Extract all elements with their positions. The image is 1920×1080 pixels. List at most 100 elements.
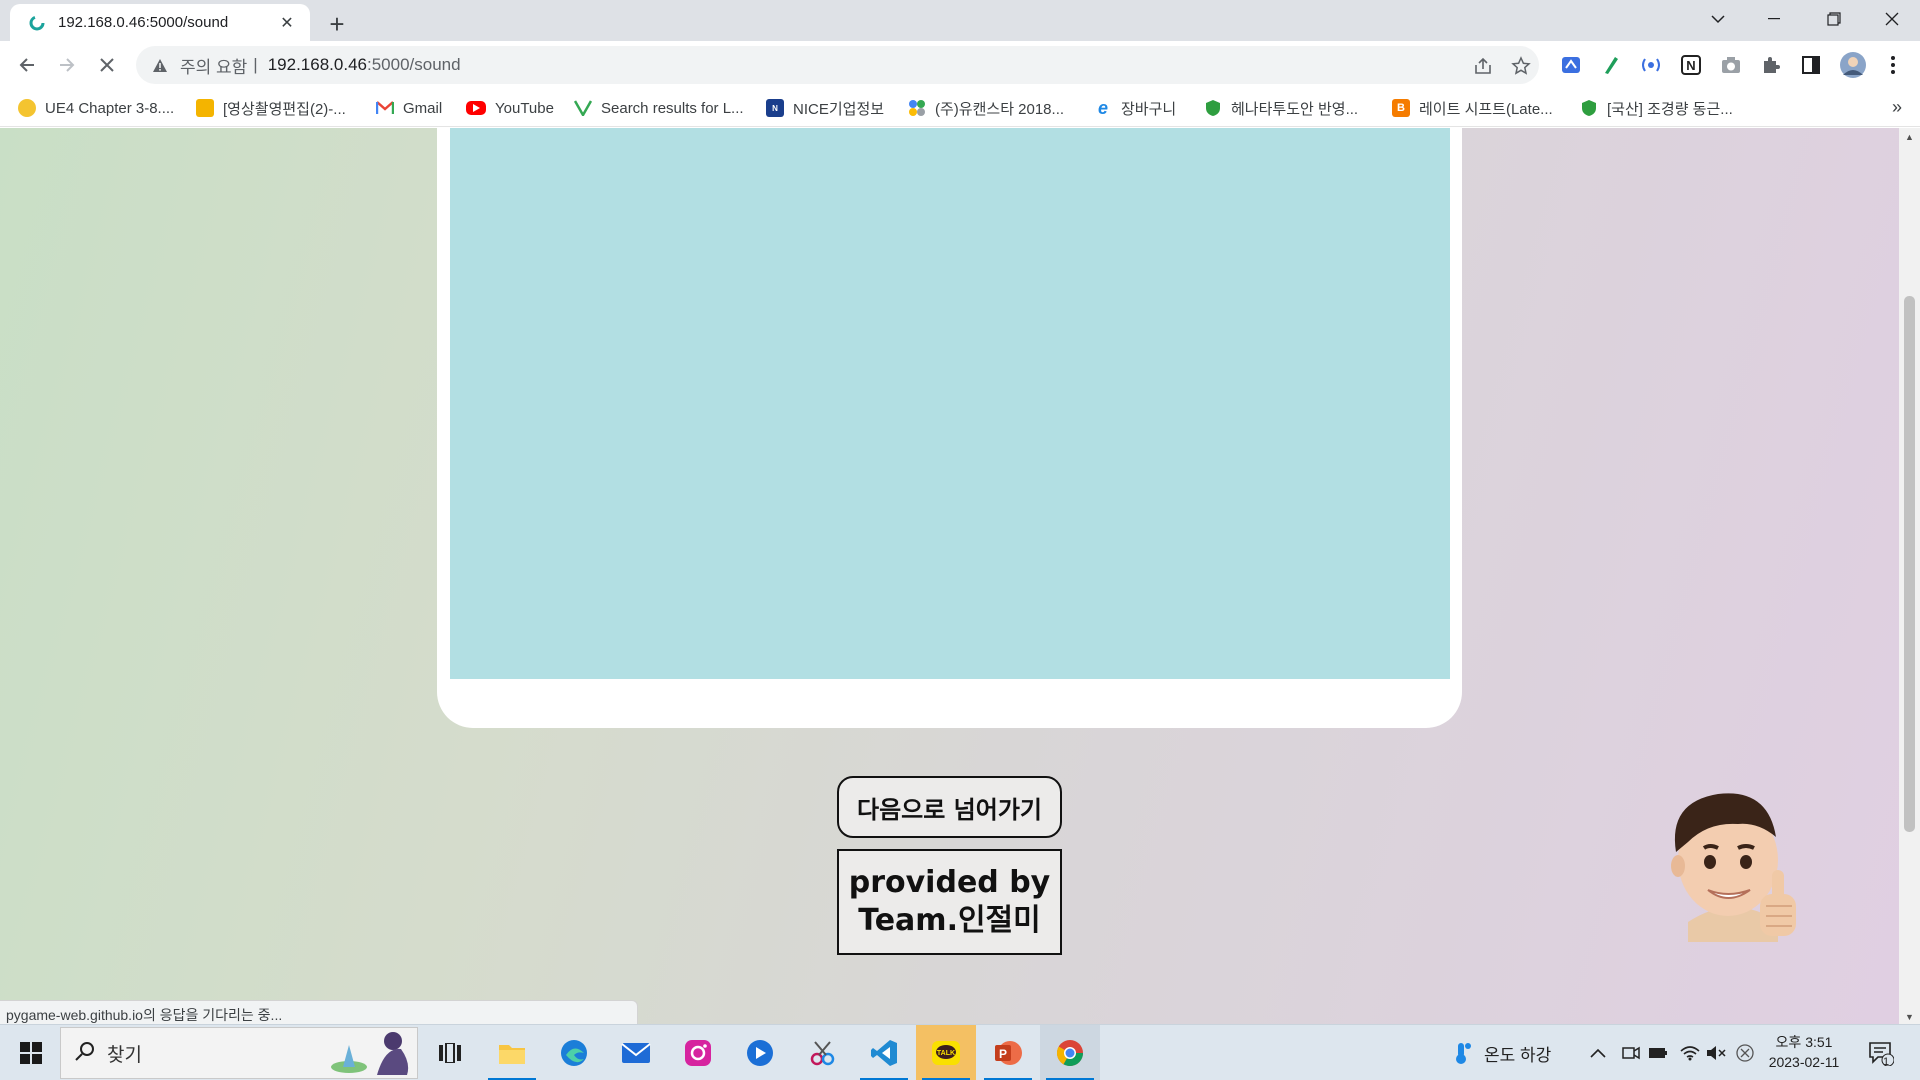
- bookmark-item[interactable]: B 레이트 시프트(Late...: [1392, 94, 1553, 122]
- camera-icon[interactable]: [1719, 53, 1743, 77]
- notification-center-icon[interactable]: 1: [1868, 1025, 1894, 1080]
- bookmark-label: NICE기업정보: [793, 100, 885, 118]
- gmail-icon: [376, 99, 394, 117]
- browser-menu-icon[interactable]: [1881, 53, 1905, 77]
- extension-pen-icon[interactable]: [1599, 53, 1623, 77]
- tab-search-icon[interactable]: [1690, 0, 1746, 38]
- credit-line-2: Team.인절미: [858, 903, 1041, 938]
- bookmark-item[interactable]: Search results for L...: [574, 94, 744, 122]
- wifi-icon[interactable]: [1680, 1025, 1700, 1080]
- game-canvas[interactable]: [450, 128, 1450, 679]
- bookmark-item[interactable]: YouTube: [466, 94, 554, 122]
- vscode-icon[interactable]: [854, 1025, 914, 1080]
- bookmark-item[interactable]: e 장바구니: [1094, 94, 1176, 122]
- taskbar-clock[interactable]: 오후 3:51 2023-02-11: [1762, 1032, 1846, 1072]
- extensions-puzzle-icon[interactable]: [1759, 53, 1783, 77]
- stop-loading-icon[interactable]: [91, 49, 123, 81]
- vpn-app-icon[interactable]: [730, 1025, 790, 1080]
- volume-muted-icon[interactable]: [1706, 1025, 1726, 1080]
- thermometer-icon: [1456, 1043, 1471, 1064]
- warning-icon: [152, 58, 170, 73]
- tray-chevron-icon[interactable]: [1590, 1025, 1606, 1080]
- mail-icon[interactable]: [606, 1025, 666, 1080]
- taskbar-search-box[interactable]: 찾기: [60, 1027, 418, 1079]
- extension-radio-icon[interactable]: [1639, 53, 1663, 77]
- security-label[interactable]: 주의 요함: [180, 53, 247, 78]
- search-label: 찾기: [107, 1044, 142, 1066]
- file-explorer-icon[interactable]: [482, 1025, 542, 1080]
- forward-icon[interactable]: [51, 49, 83, 81]
- url-host: 192.168.0.46: [267, 55, 367, 74]
- chrome-icon[interactable]: [1040, 1025, 1100, 1080]
- bookmark-label: (주)유캔스타 2018...: [935, 100, 1065, 118]
- moon-icon: [18, 99, 36, 117]
- meet-now-icon[interactable]: [1622, 1025, 1640, 1080]
- bookmark-label: YouTube: [495, 99, 554, 117]
- windows-taskbar: 찾기 TALK P 온도 하강 오후 3:51 2023-02-11 1: [0, 1024, 1920, 1080]
- ie-icon: e: [1097, 97, 1108, 118]
- browser-tab[interactable]: 192.168.0.46:5000/sound ✕: [10, 4, 310, 41]
- bookmark-label: 장바구니: [1121, 100, 1177, 118]
- blogger-icon: B: [1392, 99, 1410, 117]
- share-icon[interactable]: [1472, 55, 1494, 77]
- loading-favicon-icon: [28, 14, 46, 32]
- instagram-icon[interactable]: [668, 1025, 728, 1080]
- omnibox-separator: |: [253, 55, 258, 74]
- nice-icon: N: [766, 99, 784, 117]
- svg-text:TALK: TALK: [937, 1050, 955, 1057]
- new-tab-button[interactable]: +: [322, 9, 352, 39]
- scroll-up-icon[interactable]: ▲: [1904, 132, 1915, 142]
- bookmark-label: Gmail: [403, 99, 443, 117]
- bookmark-item[interactable]: N NICE기업정보: [766, 94, 884, 122]
- no-network-icon[interactable]: [1736, 1025, 1754, 1080]
- bookmark-label: 헤나타투도안 반영...: [1231, 100, 1359, 118]
- bookmark-label: Search results for L...: [601, 99, 744, 117]
- tab-title: 192.168.0.46:5000/sound: [58, 14, 229, 31]
- bookmark-item[interactable]: 헤나타투도안 반영...: [1204, 94, 1358, 122]
- minimize-icon[interactable]: [1746, 0, 1802, 38]
- kakaotalk-icon[interactable]: TALK: [916, 1025, 976, 1080]
- credit-box: provided by Team.인절미: [837, 849, 1062, 955]
- svg-text:P: P: [999, 1047, 1007, 1061]
- address-bar[interactable]: 주의 요함 | 192.168.0.46 :5000/sound: [136, 46, 1539, 84]
- clock-time: 오후 3:51: [1775, 1034, 1833, 1050]
- bookmark-item[interactable]: (주)유캔스타 2018...: [908, 94, 1064, 122]
- more-bookmarks-icon[interactable]: »: [1892, 97, 1902, 118]
- close-window-icon[interactable]: [1864, 0, 1920, 38]
- bookmark-item[interactable]: [영상촬영편집(2)-...: [196, 94, 346, 122]
- next-button[interactable]: 다음으로 넘어가기: [837, 776, 1062, 838]
- task-view-icon[interactable]: [420, 1025, 480, 1080]
- bookmark-item[interactable]: Gmail: [376, 94, 442, 122]
- status-bubble: pygame-web.github.io의 응답을 기다리는 중...: [0, 1000, 638, 1025]
- weather-label: 온도 하강: [1484, 1045, 1552, 1065]
- classroom-icon: [196, 99, 214, 117]
- scrollbar-thumb[interactable]: [1904, 296, 1915, 832]
- snipping-tool-icon[interactable]: [792, 1025, 852, 1080]
- bookmark-item[interactable]: [국산] 조경량 동근...: [1580, 94, 1733, 122]
- side-panel-icon[interactable]: [1799, 53, 1823, 77]
- scroll-down-icon[interactable]: ▼: [1904, 1012, 1915, 1022]
- extension-blue-icon[interactable]: [1559, 53, 1583, 77]
- bookmark-label: 레이트 시프트(Late...: [1419, 100, 1553, 118]
- battery-icon[interactable]: [1648, 1025, 1668, 1080]
- page-content: 다음으로 넘어가기 provided by Team.인절미: [0, 128, 1899, 1024]
- svg-text:N: N: [1686, 58, 1695, 73]
- powerpoint-icon[interactable]: P: [978, 1025, 1038, 1080]
- tab-close-icon[interactable]: ✕: [276, 12, 298, 34]
- bookmark-star-icon[interactable]: [1510, 55, 1532, 77]
- shield-icon: [1580, 99, 1598, 117]
- clock-date: 2023-02-11: [1768, 1054, 1840, 1070]
- credit-line-1: provided by: [848, 865, 1051, 900]
- edge-icon[interactable]: [544, 1025, 604, 1080]
- page-scrollbar[interactable]: ▲ ▼: [1899, 128, 1920, 1024]
- bookmark-item[interactable]: UE4 Chapter 3-8....: [18, 94, 174, 122]
- vee-icon: [574, 99, 592, 117]
- windows-start-icon[interactable]: [8, 1025, 54, 1080]
- search-highlight-icon: [327, 1027, 413, 1080]
- back-icon[interactable]: [11, 49, 43, 81]
- restore-icon[interactable]: [1806, 0, 1862, 38]
- weather-widget[interactable]: 온도 하강: [1452, 1025, 1551, 1080]
- search-icon: [75, 1041, 95, 1066]
- profile-avatar-icon[interactable]: [1839, 51, 1867, 79]
- notion-icon[interactable]: N: [1679, 53, 1703, 77]
